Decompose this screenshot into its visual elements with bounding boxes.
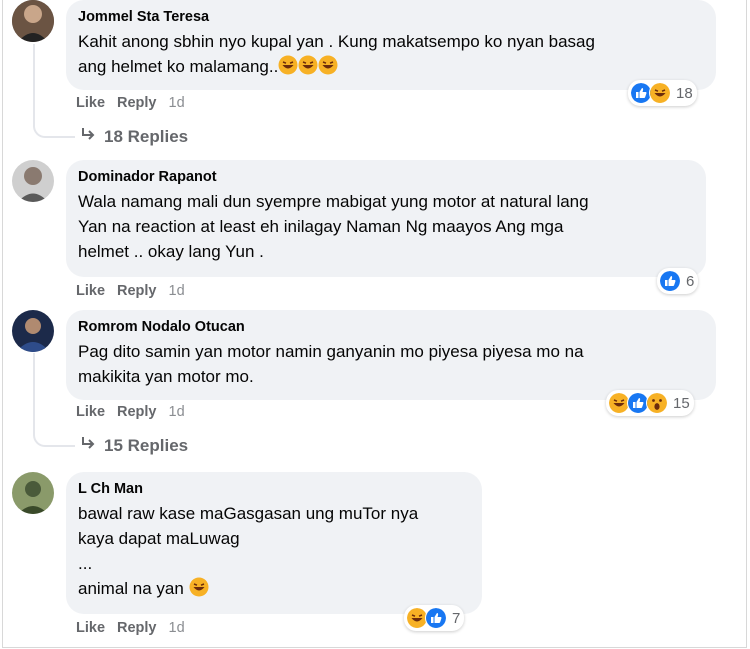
avatar[interactable] [12,472,54,514]
comment-bubble: Dominador Rapanot Wala namang mali dun s… [66,160,706,277]
reply-button[interactable]: Reply [117,620,157,636]
reaction-summary[interactable]: 15 [606,390,694,416]
comment-text: bawal raw kase maGasgasan ung muTor nya … [78,501,470,604]
reaction-summary[interactable]: 6 [657,268,699,294]
reply-button[interactable]: Reply [117,95,157,111]
haha-reaction-icon [649,82,671,104]
comment-time[interactable]: 1d [169,620,185,636]
comment-actions: Like Reply 1d [76,283,185,299]
like-reaction-icon [425,607,447,629]
laughing-emoji-icon [318,55,338,82]
comment-author[interactable]: Jommel Sta Teresa [78,8,704,26]
comment-bubble: Romrom Nodalo Otucan Pag dito samin yan … [66,310,716,400]
reply-button[interactable]: Reply [117,404,157,420]
comment-author[interactable]: L Ch Man [78,480,470,498]
comment-author[interactable]: Romrom Nodalo Otucan [78,318,704,336]
replies-label: 15 Replies [104,435,189,455]
like-reaction-icon [659,270,681,292]
laughing-emoji-icon [189,577,209,604]
avatar[interactable] [12,0,54,42]
like-button[interactable]: Like [76,283,105,299]
comment-text: Wala namang mali dun syempre mabigat yun… [78,192,589,261]
comment-bubble: Jommel Sta Teresa Kahit anong sbhin nyo … [66,0,716,90]
comment-actions: Like Reply 1d [76,95,185,111]
comment-text: Pag dito samin yan motor namin ganyanin … [78,342,584,386]
like-button[interactable]: Like [76,404,105,420]
avatar[interactable] [12,310,54,352]
view-replies-link[interactable]: 18 Replies [80,126,188,147]
comment-bubble: L Ch Man bawal raw kase maGasgasan ung m… [66,472,482,614]
reply-arrow-icon [80,126,96,147]
reaction-count: 18 [676,84,693,102]
comment-time[interactable]: 1d [169,95,185,111]
avatar[interactable] [12,160,54,202]
reaction-count: 6 [686,272,695,290]
comment-actions: Like Reply 1d [76,404,185,420]
comment-time[interactable]: 1d [169,283,185,299]
reaction-summary[interactable]: 7 [404,605,465,631]
like-button[interactable]: Like [76,620,105,636]
comment-text: Kahit anong sbhin nyo kupal yan . Kung m… [78,29,704,82]
reply-arrow-icon [80,435,96,456]
laughing-emoji-icon [298,55,318,82]
reply-button[interactable]: Reply [117,283,157,299]
view-replies-link[interactable]: 15 Replies [80,435,188,456]
comment-author[interactable]: Dominador Rapanot [78,168,694,186]
reaction-count: 7 [452,609,461,627]
laughing-emoji-icon [278,55,298,82]
comment-actions: Like Reply 1d [76,620,185,636]
reaction-count: 15 [673,394,690,412]
reaction-summary[interactable]: 18 [628,80,697,106]
comment-time[interactable]: 1d [169,404,185,420]
wow-reaction-icon [646,392,668,414]
replies-label: 18 Replies [104,126,189,146]
like-button[interactable]: Like [76,95,105,111]
